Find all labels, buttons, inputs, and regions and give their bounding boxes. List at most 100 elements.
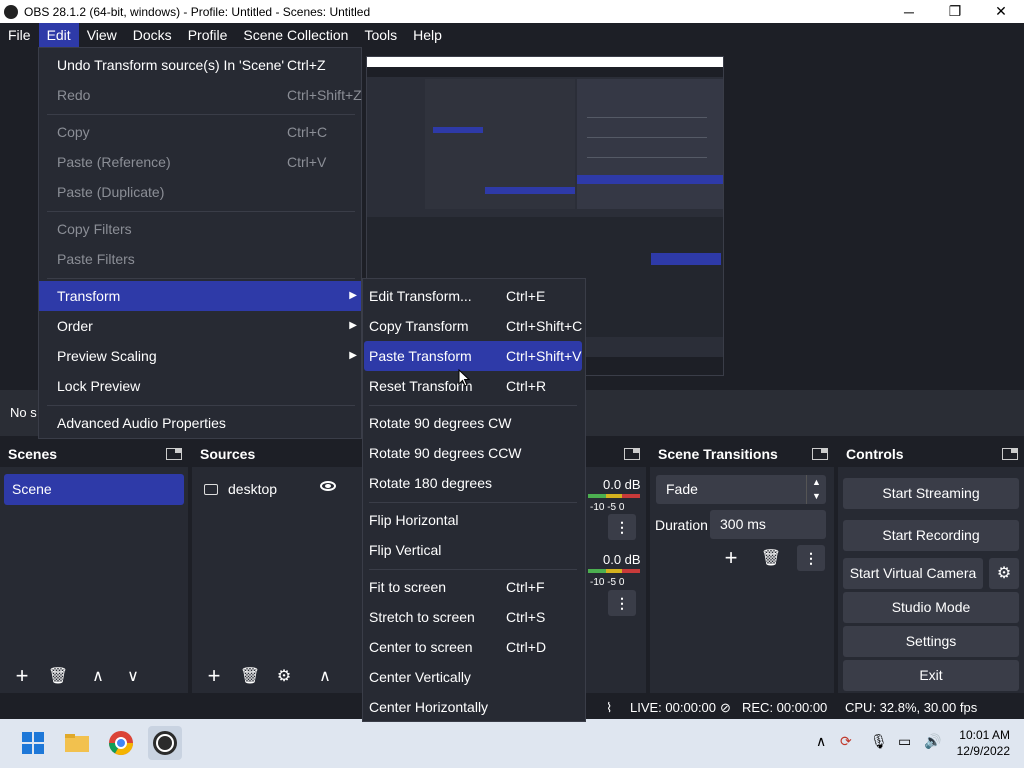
mouse-cursor-icon (458, 369, 470, 387)
move-scene-down-button[interactable]: ∨ (119, 663, 147, 689)
menu-file[interactable]: File (0, 23, 39, 47)
move-scene-up-button[interactable]: ∧ (84, 663, 112, 689)
menu-separator (47, 278, 355, 279)
start-recording-button[interactable]: Start Recording (843, 520, 1019, 551)
undock-icon[interactable] (624, 448, 640, 460)
duration-input[interactable]: 300 ms (710, 510, 826, 539)
menu-view[interactable]: View (79, 23, 125, 47)
submenu-arrow-icon: ▶ (349, 350, 357, 361)
no-source-label: No s (10, 405, 37, 420)
menu-item-transform[interactable]: Transform ▶ (39, 281, 361, 311)
add-transition-button[interactable]: + (717, 545, 745, 571)
live-status: LIVE: 00:00:00 (630, 700, 717, 715)
menu-item-stretch-to-screen[interactable]: Stretch to screen Ctrl+S (363, 602, 585, 632)
menu-separator (47, 114, 355, 115)
menu-item-redo[interactable]: Redo Ctrl+Shift+Z (39, 80, 362, 110)
menu-item-copy-transform[interactable]: Copy Transform Ctrl+Shift+C (363, 311, 585, 341)
menu-item-rotate-180[interactable]: Rotate 180 degrees (363, 468, 585, 498)
source-list-item[interactable]: desktop (204, 479, 364, 499)
windows-start-icon[interactable] (16, 726, 50, 760)
sync-icon[interactable]: ⟳ (840, 733, 852, 750)
cpu-status: CPU: 32.8%, 30.00 fps (845, 700, 978, 715)
menu-item-fit-to-screen[interactable]: Fit to screen Ctrl+F (363, 572, 585, 602)
menu-edit[interactable]: Edit (38, 23, 79, 47)
menu-item-paste-transform[interactable]: Paste Transform Ctrl+Shift+V (364, 341, 582, 371)
maximize-button[interactable]: ❐ (932, 3, 978, 20)
menu-scene-collection[interactable]: Scene Collection (235, 23, 356, 47)
file-explorer-icon[interactable] (60, 726, 94, 760)
chrome-icon[interactable] (104, 726, 138, 760)
submenu-arrow-icon: ▶ (349, 290, 357, 301)
obs-taskbar-icon[interactable] (148, 726, 182, 760)
menu-item-reset-transform[interactable]: Reset Transform Ctrl+R (363, 371, 585, 401)
transition-kebab-menu[interactable]: ⋮ (797, 545, 825, 571)
settings-button[interactable]: Settings (843, 626, 1019, 657)
speaker-icon[interactable]: 🔊 (924, 733, 941, 750)
clock-time: 10:01 AM (959, 728, 1010, 742)
clock-date: 12/9/2022 (956, 744, 1010, 758)
undock-icon[interactable] (812, 448, 828, 460)
audio-kebab-menu-1[interactable]: ⋮ (608, 514, 636, 540)
scene-list-item[interactable]: Scene (4, 474, 184, 505)
menu-item-center-to-screen[interactable]: Center to screen Ctrl+D (363, 632, 585, 662)
network-icon[interactable]: ▭ (898, 733, 911, 750)
menu-item-order[interactable]: Order ▶ (39, 311, 361, 341)
audio-kebab-menu-2[interactable]: ⋮ (608, 590, 636, 616)
menu-separator (47, 211, 355, 212)
start-streaming-button[interactable]: Start Streaming (843, 478, 1019, 509)
virtual-camera-gear-icon[interactable]: ⚙ (989, 558, 1019, 589)
menu-separator (369, 569, 577, 570)
undock-icon[interactable] (1002, 448, 1018, 460)
taskbar: ∧ ⟳ 🎙 ▭ 🔊 10:01 AM 12/9/2022 (0, 719, 1024, 768)
meter-ticks-2: -10 -5 0 (590, 577, 625, 588)
menu-item-copy-filters[interactable]: Copy Filters (39, 214, 361, 244)
menu-docks[interactable]: Docks (125, 23, 180, 47)
remove-transition-button[interactable]: 🗑 (757, 545, 785, 571)
menu-item-lock-preview[interactable]: Lock Preview (39, 371, 361, 401)
remove-scene-button[interactable]: 🗑 (44, 663, 72, 689)
virtual-camera-label: Start Virtual Camera (849, 565, 977, 581)
menu-item-paste-duplicate[interactable]: Paste (Duplicate) (39, 177, 361, 207)
menu-item-undo[interactable]: Undo Transform source(s) In 'Scene' Ctrl+… (39, 50, 361, 80)
transform-submenu: Edit Transform... Ctrl+E Copy Transform Ct… (362, 278, 586, 722)
close-button[interactable]: ✕ (978, 3, 1024, 20)
menu-separator (369, 502, 577, 503)
transition-select[interactable]: Fade ▲ ▼ (656, 475, 826, 504)
sources-title: Sources (200, 446, 256, 462)
rec-status: REC: 00:00:00 (742, 700, 828, 715)
menu-item-edit-transform[interactable]: Edit Transform... Ctrl+E (363, 281, 585, 311)
transitions-title: Scene Transitions (658, 446, 778, 462)
menu-tools[interactable]: Tools (356, 23, 405, 47)
add-scene-button[interactable]: + (8, 663, 36, 689)
menu-item-advanced-audio-properties[interactable]: Advanced Audio Properties (39, 408, 361, 438)
source-properties-gear-icon[interactable]: ⚙ (270, 663, 298, 689)
menu-item-rotate-ccw[interactable]: Rotate 90 degrees CCW (363, 438, 585, 468)
move-source-up-button[interactable]: ∧ (311, 663, 339, 689)
window-title: OBS 28.1.2 (64-bit, windows) - Profile: … (24, 4, 371, 19)
monitor-icon (204, 483, 218, 495)
menu-profile[interactable]: Profile (180, 23, 236, 47)
live-icon: ⌇ (606, 700, 613, 715)
menu-item-paste-filters[interactable]: Paste Filters (39, 244, 361, 274)
add-source-button[interactable]: + (200, 663, 228, 689)
menu-item-center-horizontally[interactable]: Center Horizontally (363, 692, 585, 722)
menu-item-rotate-cw[interactable]: Rotate 90 degrees CW (363, 408, 585, 438)
undock-icon[interactable] (166, 448, 182, 460)
menu-item-paste-reference[interactable]: Paste (Reference) Ctrl+V (39, 147, 361, 177)
remove-source-button[interactable]: 🗑 (236, 663, 264, 689)
menu-item-flip-vertical[interactable]: Flip Vertical (363, 535, 585, 565)
studio-mode-button[interactable]: Studio Mode (843, 592, 1019, 623)
menu-item-copy[interactable]: Copy Ctrl+C (39, 117, 361, 147)
obs-app-icon (4, 4, 18, 19)
visibility-eye-icon[interactable] (320, 481, 336, 491)
menu-item-preview-scaling[interactable]: Preview Scaling ▶ (39, 341, 361, 371)
minimize-button[interactable]: ─ (886, 4, 932, 20)
microphone-icon[interactable]: 🎙 (870, 733, 888, 750)
exit-button[interactable]: Exit (843, 660, 1019, 691)
system-clock[interactable]: 10:01 AM 12/9/2022 (957, 727, 1010, 759)
menu-item-flip-horizontal[interactable]: Flip Horizontal (363, 505, 585, 535)
menu-item-center-vertically[interactable]: Center Vertically (363, 662, 585, 692)
menu-help[interactable]: Help (405, 23, 450, 47)
chevron-up-icon[interactable]: ∧ (816, 733, 826, 750)
start-virtual-camera-button[interactable]: Start Virtual Camera (843, 558, 983, 589)
